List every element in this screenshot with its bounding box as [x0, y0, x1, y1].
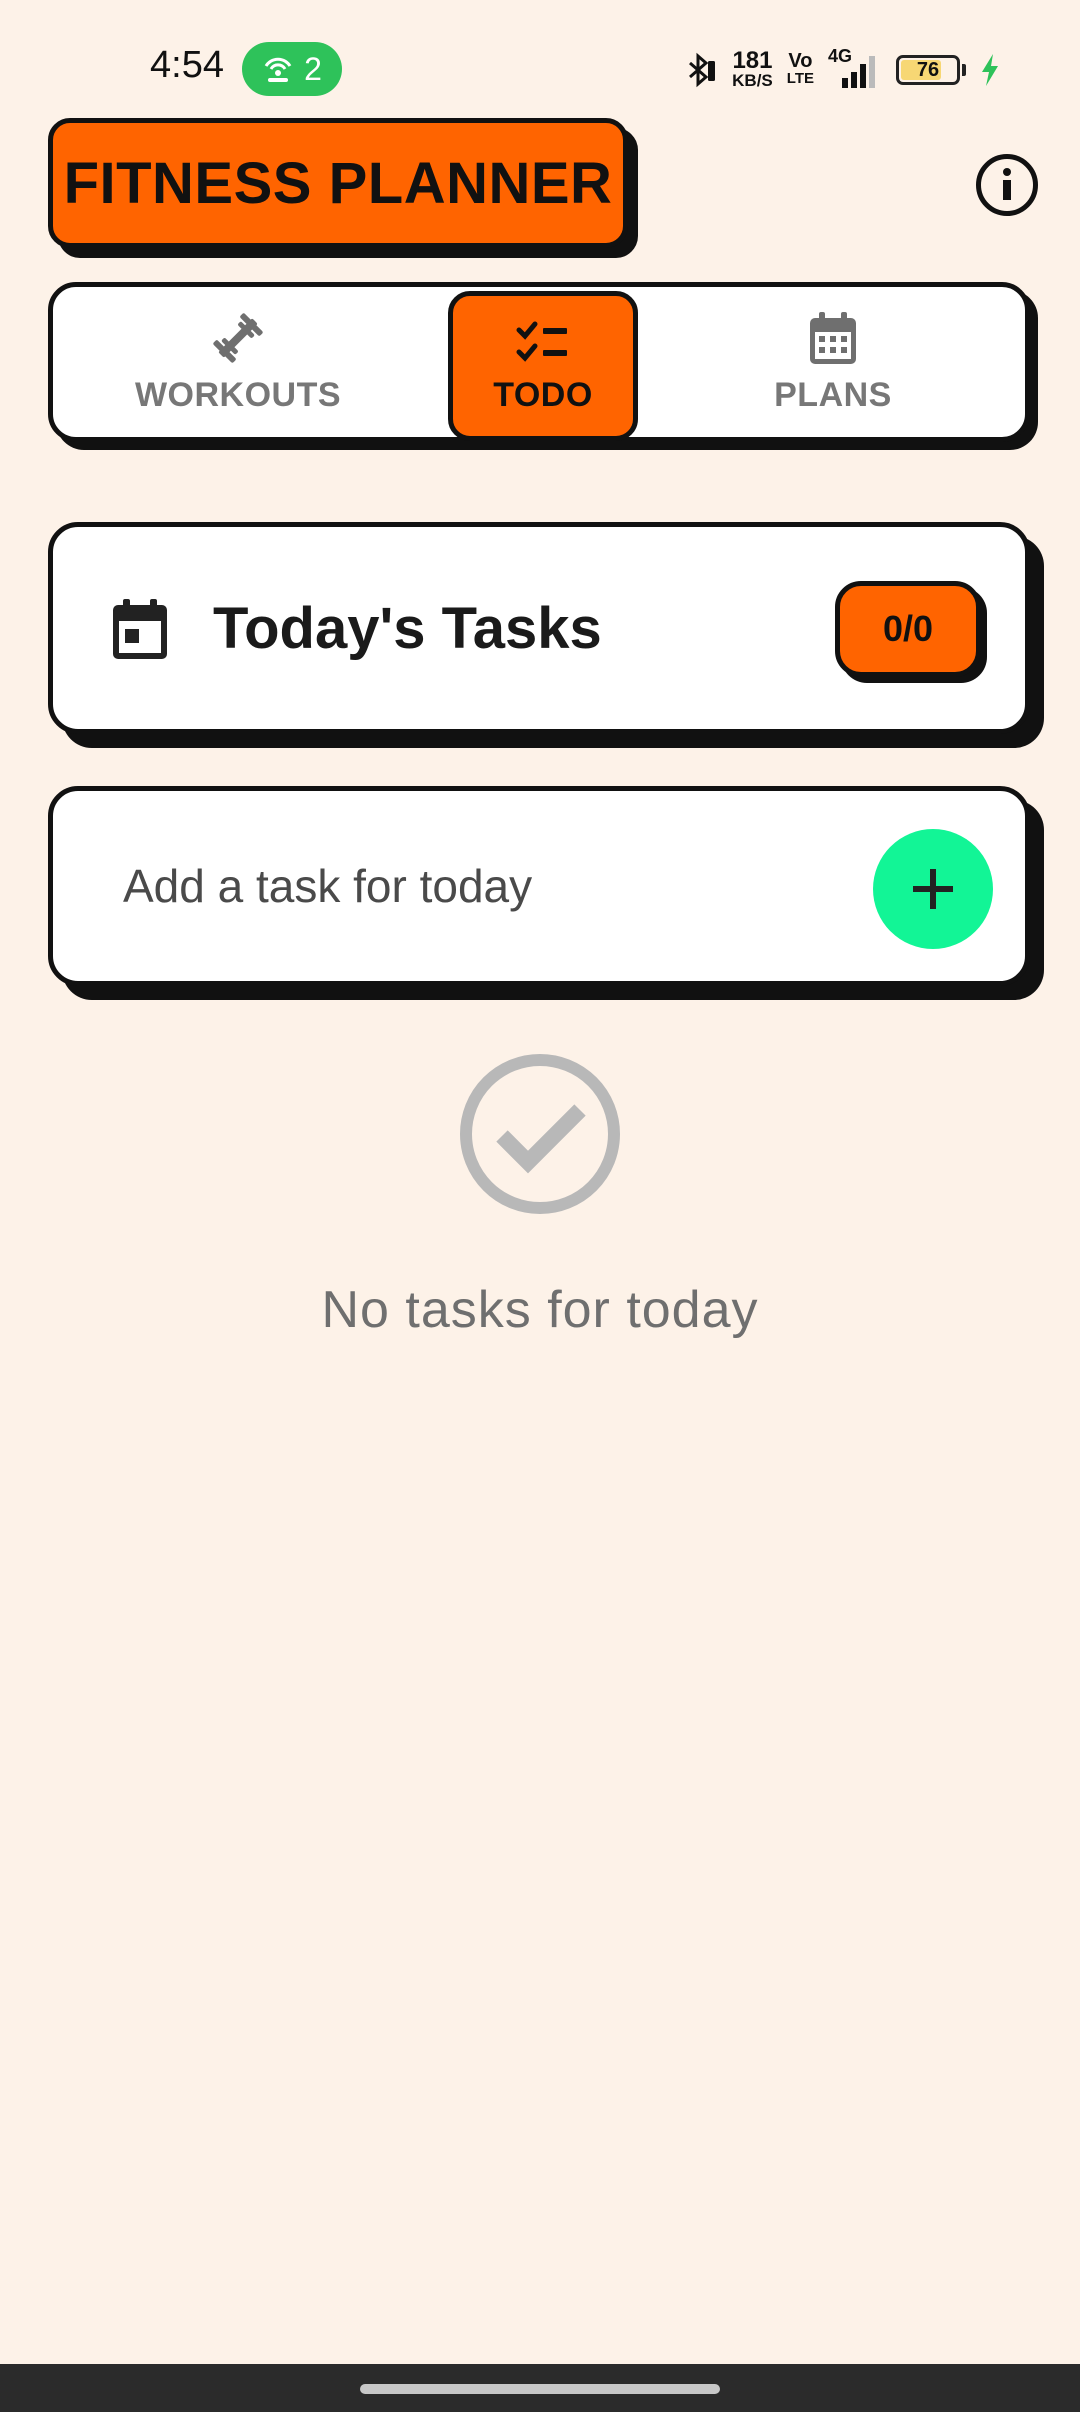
tab-label: WORKOUTS: [134, 375, 342, 414]
tab-plans[interactable]: PLANS: [683, 287, 983, 437]
app-title-badge: FITNESS PLANNER: [48, 118, 628, 248]
todays-tasks-card: Today's Tasks 0/0: [48, 522, 1030, 734]
net-speed-unit: KB/S: [732, 71, 773, 90]
net-speed: 181 KB/S: [732, 47, 773, 90]
battery-level: 76: [916, 58, 940, 81]
checklist-icon: [516, 321, 567, 362]
add-task-button[interactable]: [873, 829, 993, 949]
calendar-icon: [810, 311, 856, 364]
status-icons: 181 KB/S Vo LTE 4G 76: [682, 46, 1000, 94]
volte-bottom: LTE: [786, 70, 814, 87]
calendar-icon: [113, 599, 167, 659]
status-time: 4:54: [150, 44, 224, 86]
signal-indicator: 4G: [828, 46, 882, 90]
task-count-badge: 0/0: [835, 581, 981, 677]
system-nav-bar: [0, 2364, 1080, 2412]
battery-tip: [962, 64, 966, 76]
dumbbell-icon: [213, 312, 263, 363]
battery-icon: 76: [896, 55, 960, 85]
bluetooth-icon: [689, 52, 716, 88]
net-speed-value: 181: [732, 47, 773, 74]
check-circle-icon: [460, 1054, 620, 1214]
info-button[interactable]: [976, 154, 1038, 216]
volte-top: Vo: [788, 50, 813, 72]
signal-icon: [842, 56, 875, 88]
empty-state-message: No tasks for today: [321, 1281, 759, 1339]
add-task-input[interactable]: [123, 831, 883, 941]
tab-bar: WORKOUTS TODO PLANS: [48, 282, 1030, 442]
info-icon: [1003, 168, 1011, 200]
status-bar: 4:54 2 181 KB/S Vo LTE 4G 76: [0, 0, 1080, 110]
tab-todo[interactable]: TODO: [448, 291, 638, 441]
add-task-card: [48, 786, 1030, 986]
tab-workouts[interactable]: WORKOUTS: [88, 287, 388, 437]
hotspot-icon: [264, 57, 292, 82]
charging-icon: [982, 54, 998, 86]
tab-label: PLANS: [774, 375, 892, 414]
todays-tasks-title: Today's Tasks: [213, 595, 602, 661]
app-screen: 4:54 2 181 KB/S Vo LTE 4G 76 FITNESS PLA…: [0, 0, 1080, 2412]
hotspot-count: 2: [304, 50, 322, 87]
volte-indicator: Vo LTE: [786, 50, 814, 88]
home-gesture-handle[interactable]: [360, 2384, 720, 2394]
hotspot-indicator[interactable]: 2: [242, 42, 342, 96]
app-title: FITNESS PLANNER: [63, 150, 613, 216]
plus-icon: [913, 869, 953, 909]
tab-label: TODO: [493, 375, 593, 414]
